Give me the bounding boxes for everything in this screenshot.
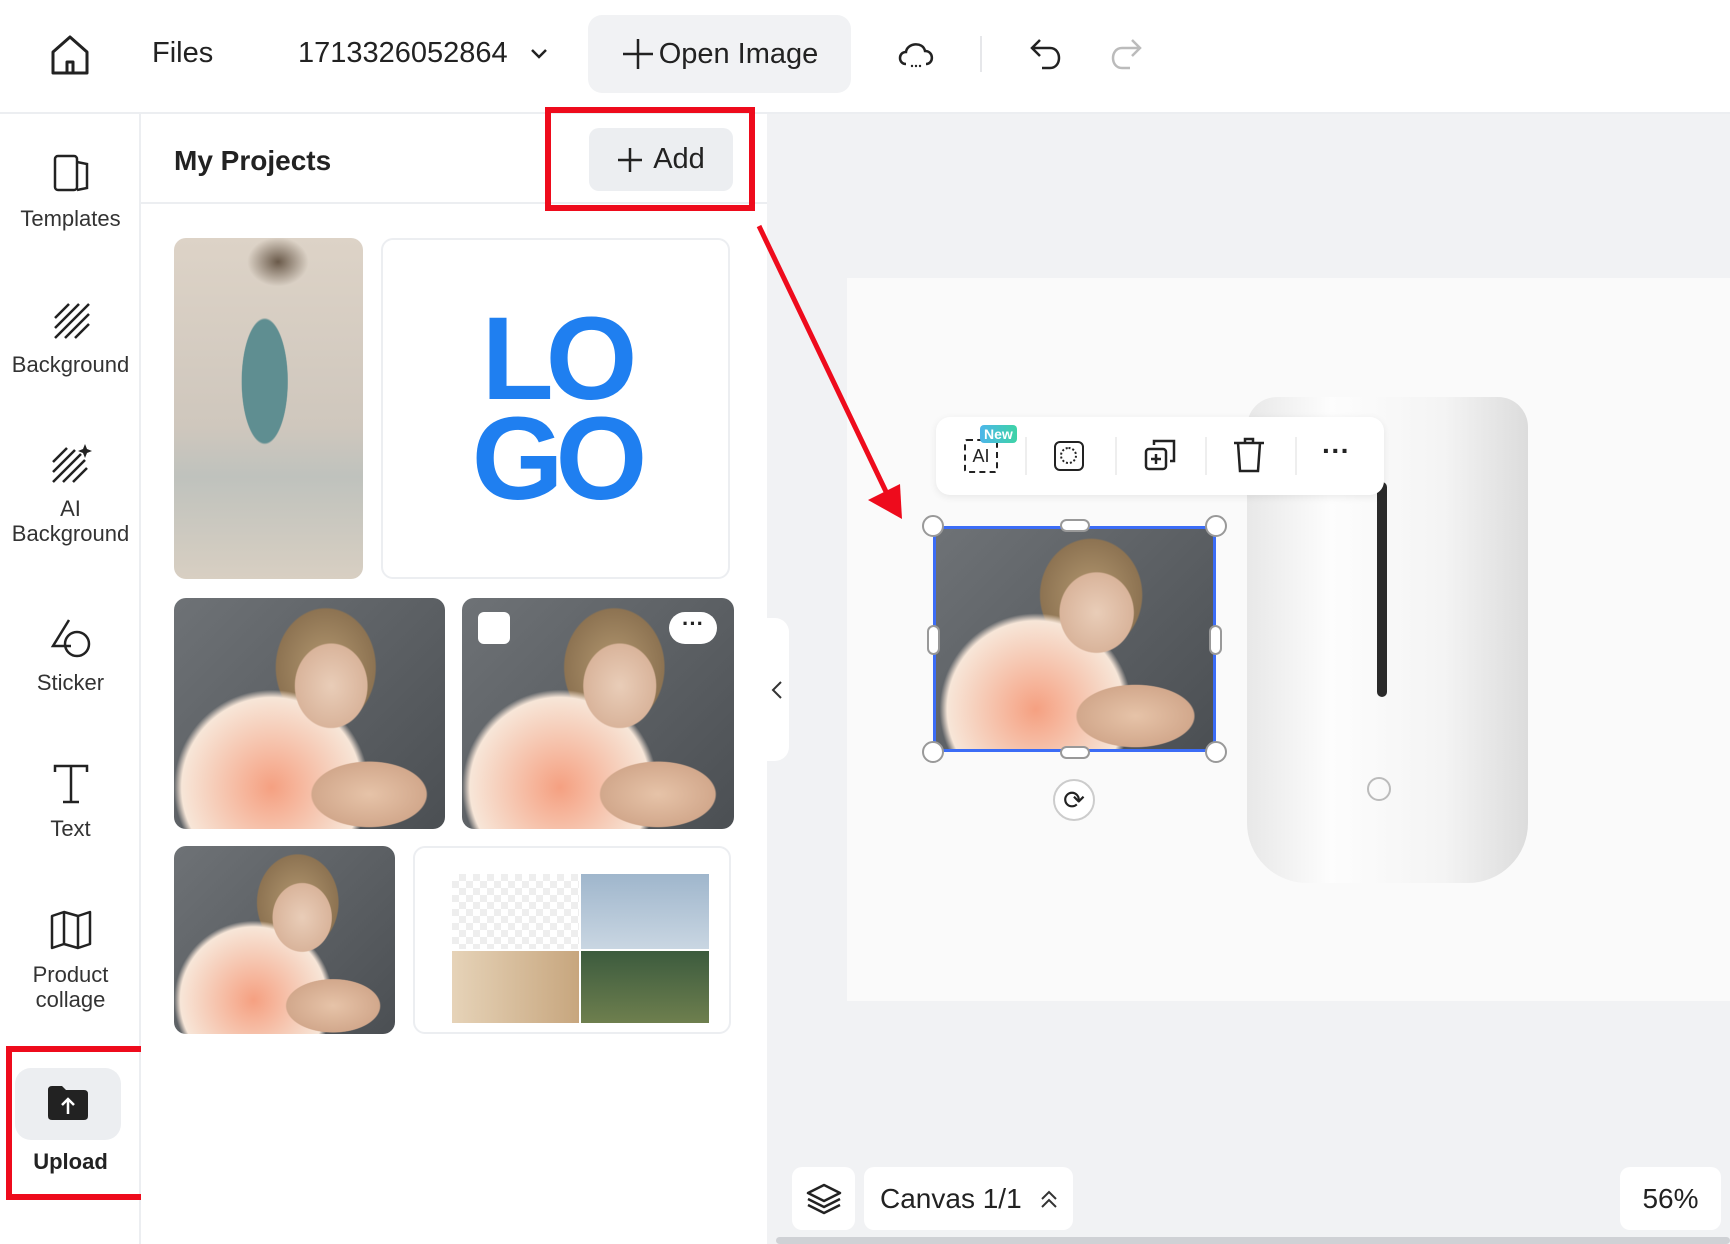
water-level-window — [1377, 482, 1387, 697]
redo-icon[interactable] — [1108, 36, 1144, 72]
cutout-icon — [1060, 447, 1077, 464]
ai-background-icon — [51, 444, 92, 483]
collage-cell — [581, 951, 709, 1023]
project-thumbnail-logo[interactable]: LO GO — [381, 238, 730, 579]
layers-icon — [806, 1183, 842, 1215]
ai-label: AI — [972, 446, 990, 466]
open-image-button[interactable]: Open Image — [588, 15, 851, 93]
sidebar-item-product-collage[interactable]: Product collage — [0, 908, 141, 1012]
element-toolbar: AI New ··· — [936, 417, 1384, 495]
canvas-label: Canvas 1/1 — [880, 1182, 1022, 1214]
plus-icon — [622, 39, 653, 69]
sidebar-item-ai-background[interactable]: AI Background — [0, 442, 141, 546]
project-thumbnail-portrait[interactable] — [174, 598, 445, 829]
logo-text: GO — [471, 392, 648, 525]
undo-icon[interactable] — [1028, 36, 1064, 72]
divider — [980, 36, 982, 72]
resize-handle[interactable] — [922, 741, 944, 763]
panel-title: My Projects — [174, 145, 332, 176]
ai-tool-button[interactable]: AI — [964, 439, 998, 473]
selected-image-element[interactable] — [933, 526, 1216, 752]
sidebar-label: Product — [32, 962, 109, 987]
sidebar-label: Sticker — [36, 670, 105, 695]
collapse-panel-handle[interactable] — [767, 618, 789, 761]
text-icon — [53, 764, 88, 804]
sidebar-label: Templates — [20, 206, 121, 231]
project-name[interactable]: 1713326052864 — [298, 37, 508, 70]
divider — [1115, 437, 1117, 475]
zoom-level[interactable]: 56% — [1620, 1167, 1721, 1230]
resize-handle[interactable] — [1205, 515, 1227, 537]
sidebar-label: Background — [11, 521, 130, 546]
resize-handle[interactable] — [1209, 625, 1222, 655]
sidebar-label: Background — [11, 352, 130, 377]
resize-handle[interactable] — [1060, 746, 1090, 759]
cloud-icon[interactable] — [896, 38, 936, 70]
collage-cell — [452, 951, 579, 1023]
sidebar-item-sticker[interactable]: Sticker — [0, 616, 141, 695]
chevron-down-icon[interactable] — [530, 48, 548, 60]
layers-button[interactable] — [792, 1167, 855, 1230]
rotate-handle[interactable]: ⟳ — [1053, 779, 1095, 821]
rotate-icon: ⟳ — [1063, 785, 1085, 815]
project-thumbnail-portrait[interactable] — [174, 846, 395, 1034]
sidebar-label: AI — [60, 496, 81, 521]
cutout-button[interactable] — [1054, 441, 1084, 471]
sidebar-label: collage — [35, 987, 106, 1012]
new-badge: New — [980, 425, 1017, 443]
more-options-button[interactable]: ··· — [1322, 435, 1350, 467]
sidebar-item-text[interactable]: Text — [0, 762, 141, 841]
divider — [1025, 437, 1027, 475]
highlight-box-upload — [6, 1046, 151, 1200]
collage-cell — [581, 874, 709, 949]
collage-cell — [452, 874, 579, 949]
duplicate-icon[interactable] — [1142, 437, 1178, 473]
sidebar-item-templates[interactable]: Templates — [0, 152, 141, 231]
horizontal-scrollbar[interactable] — [776, 1237, 1730, 1244]
delete-icon[interactable] — [1232, 437, 1266, 473]
chevron-up-double-icon — [1040, 1190, 1057, 1208]
files-link[interactable]: Files — [152, 37, 213, 70]
project-thumbnail-beach[interactable] — [174, 238, 363, 579]
divider — [1295, 437, 1297, 475]
highlight-box-add — [545, 107, 755, 211]
sticker-icon — [50, 619, 90, 658]
resize-handle[interactable] — [927, 625, 940, 655]
more-options-button[interactable]: ··· — [669, 612, 717, 644]
background-icon — [53, 303, 90, 339]
home-icon[interactable] — [50, 34, 90, 76]
power-icon — [1367, 777, 1391, 801]
resize-handle[interactable] — [1205, 741, 1227, 763]
project-thumbnail-portrait[interactable]: ··· — [462, 598, 734, 829]
sidebar-label: Text — [50, 816, 91, 841]
chevron-left-icon — [771, 681, 782, 699]
divider — [1205, 437, 1207, 475]
resize-handle[interactable] — [922, 515, 944, 537]
resize-handle[interactable] — [1060, 519, 1090, 532]
annotation-arrow — [756, 224, 902, 519]
templates-icon — [53, 154, 88, 192]
open-image-label: Open Image — [658, 37, 819, 70]
sidebar-item-background[interactable]: Background — [0, 298, 141, 377]
product-collage-icon — [50, 910, 91, 950]
canvas-selector[interactable]: Canvas 1/1 — [864, 1167, 1073, 1230]
zoom-value: 56% — [1642, 1183, 1699, 1214]
project-thumbnail-collage[interactable] — [413, 846, 731, 1034]
select-checkbox[interactable] — [478, 612, 510, 644]
top-bar: Files 1713326052864 Open Image — [0, 0, 1730, 114]
